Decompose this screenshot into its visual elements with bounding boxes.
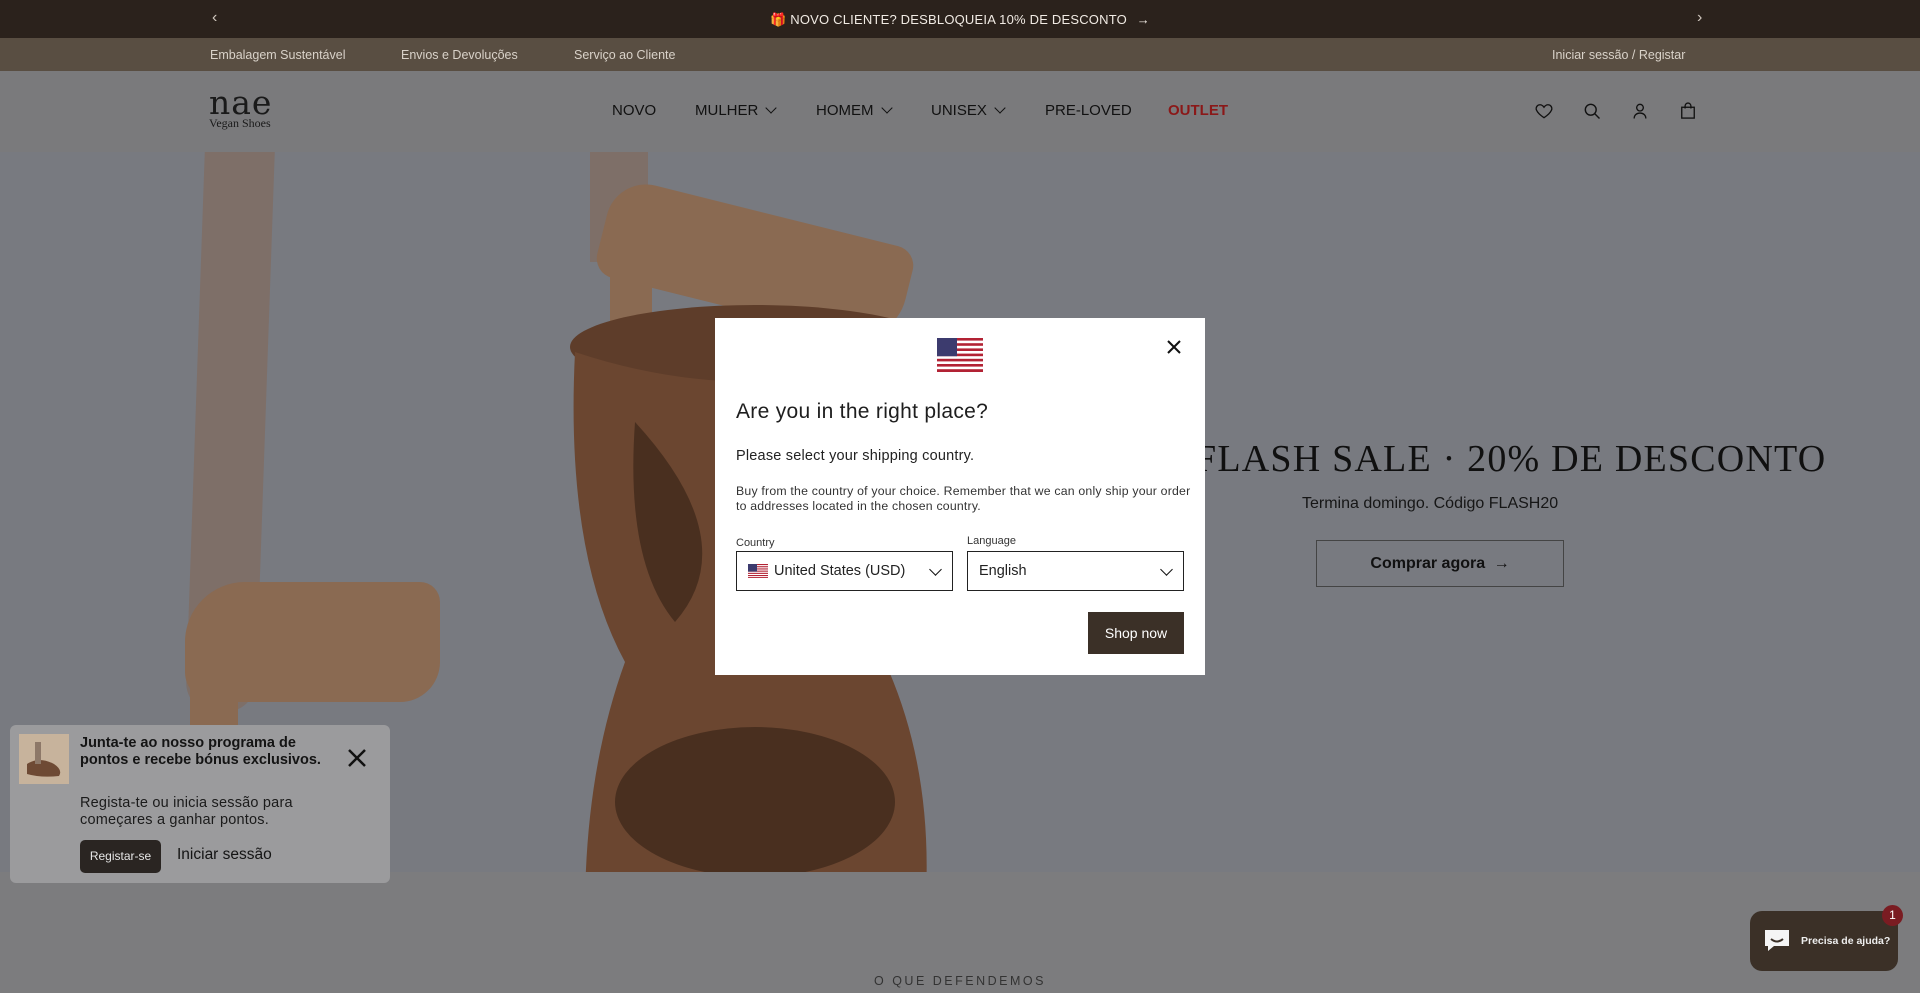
country-value: United States (USD) [774,563,906,579]
us-flag-icon [748,564,768,578]
modal-info-text: Buy from the country of your choice. Rem… [736,484,1191,513]
register-button[interactable]: Registar-se [80,840,161,873]
logo[interactable]: nae Vegan Shoes [209,86,272,129]
shop-now-button[interactable]: Shop now [1088,612,1184,654]
link-customer-service[interactable]: Serviço ao Cliente [574,48,675,62]
rewards-popup: Junta-te ao nosso programa de pontos e r… [10,725,390,883]
close-icon[interactable] [346,747,368,769]
modal-heading: Are you in the right place? [736,400,989,423]
announcement-next-arrow[interactable]: › [1697,9,1702,27]
chevron-down-icon [929,563,942,576]
link-login-register[interactable]: Iniciar sessão / Registar [1552,48,1685,62]
chat-notification-badge: 1 [1882,905,1903,926]
rewards-body: Regista-te ou inicia sessão para começar… [80,795,293,828]
nav-label: OUTLET [1168,102,1228,119]
announcement-bar: ‹ 🎁 NOVO CLIENTE? DESBLOQUEIA 10% DE DES… [0,0,1920,38]
nav-pre-loved[interactable]: PRE-LOVED [1045,102,1132,119]
country-label: Country [736,537,775,549]
nav-mulher[interactable]: MULHER [695,102,778,119]
announcement-message[interactable]: 🎁 NOVO CLIENTE? DESBLOQUEIA 10% DE DESCO… [0,12,1920,28]
link-shipping-returns[interactable]: Envios e Devoluções [401,48,518,62]
chevron-down-icon [994,102,1006,114]
close-icon[interactable] [1163,336,1185,358]
chat-bubble-icon [1765,930,1789,951]
bag-icon[interactable] [1678,101,1698,121]
rewards-title: Junta-te ao nosso programa de pontos e r… [80,735,321,768]
country-select[interactable]: United States (USD) [736,551,953,591]
nav-label: HOMEM [816,102,874,119]
chevron-down-icon [765,102,778,114]
heart-icon[interactable] [1534,101,1554,121]
chevron-down-icon [1160,563,1173,576]
us-flag-icon [937,338,983,372]
hero-cta-label: Comprar agora [1370,555,1486,572]
nav-label: PRE-LOVED [1045,102,1132,119]
nav-label: NOVO [612,102,657,119]
language-select[interactable]: English [967,551,1184,591]
logo-subtext: Vegan Shoes [209,116,271,130]
country-selector-modal: Are you in the right place? Please selec… [715,318,1205,675]
utility-bar: Embalagem Sustentável Envios e Devoluçõe… [0,38,1920,71]
nav-novo[interactable]: NOVO [612,102,656,119]
search-icon[interactable] [1582,101,1602,121]
language-value: English [979,563,1027,579]
hero-title: FLASH SALE · 20% DE DESCONTO [1195,438,1827,480]
nav-outlet[interactable]: OUTLET [1168,102,1228,119]
chevron-down-icon [880,102,893,114]
section-heading: O QUE DEFENDEMOS [874,974,1046,988]
chat-label: Precisa de ajuda? [1801,935,1891,947]
site-header: nae Vegan Shoes NOVO MULHER HOMEM UNISEX… [0,71,1920,152]
nav-label: UNISEX [931,102,987,119]
login-link[interactable]: Iniciar sessão [177,846,272,864]
below-hero: O QUE DEFENDEMOS [0,872,1920,993]
shop-now-hero-button[interactable]: Comprar agora → [1316,540,1564,587]
arrow-right-icon: → [1136,12,1150,27]
announcement-text[interactable]: 🎁 NOVO CLIENTE? DESBLOQUEIA 10% DE DESCO… [770,12,1127,27]
arrow-right-icon: → [1493,555,1510,572]
language-label: Language [967,535,1016,547]
chat-widget-button[interactable]: Precisa de ajuda? 1 [1750,905,1903,971]
rewards-thumbnail [19,734,69,784]
nav-label: MULHER [695,102,759,119]
link-sustainable-packaging[interactable]: Embalagem Sustentável [210,48,346,62]
hero-subtitle: Termina domingo. Código FLASH20 [1302,495,1559,512]
user-icon[interactable] [1630,101,1650,121]
nav-homem[interactable]: HOMEM [816,102,893,119]
nav-unisex[interactable]: UNISEX [931,102,1006,119]
modal-instruction: Please select your shipping country. [736,448,975,464]
